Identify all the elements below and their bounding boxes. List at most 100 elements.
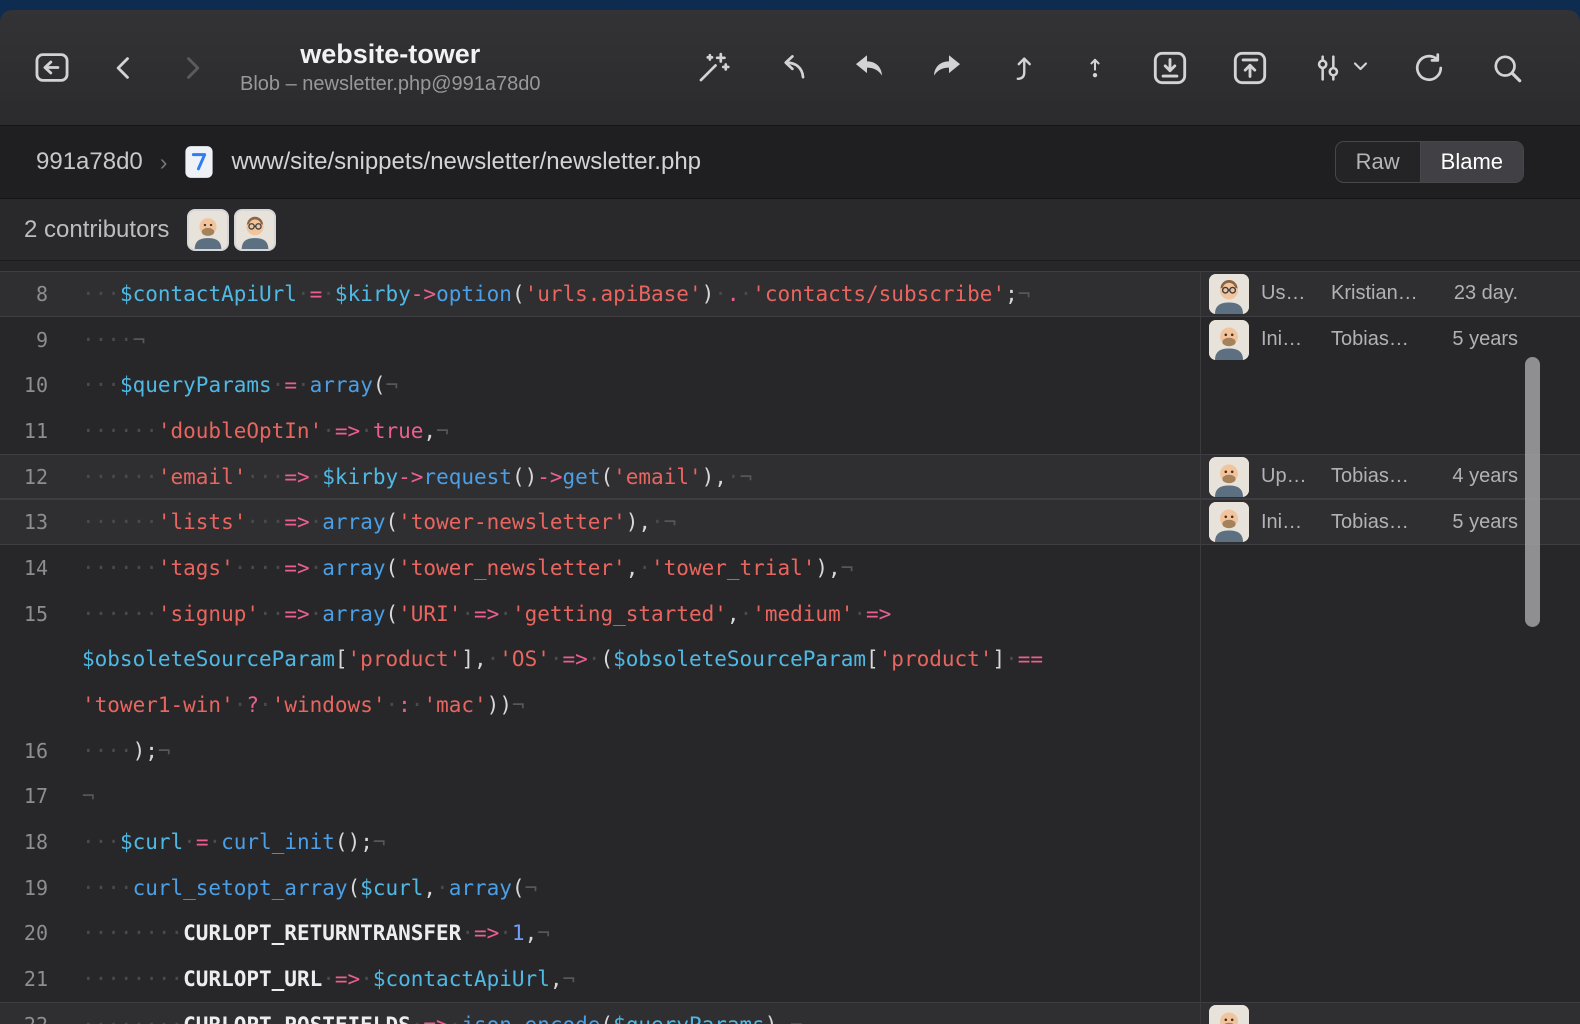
blame-summary: Up… — [1261, 465, 1319, 488]
blame-entry[interactable]: Us…Kristian…23 day. — [1200, 272, 1580, 316]
blame-summary: Us… — [1261, 282, 1319, 305]
code-line: ····curl_setopt_array($curl,·array(¬ — [64, 876, 1200, 900]
blame-date: 4 years — [1452, 465, 1518, 488]
avatar — [1209, 1005, 1249, 1024]
redo-filled-icon[interactable] — [930, 51, 964, 85]
line-number: 15 — [0, 602, 64, 626]
avatar — [1209, 457, 1249, 497]
nav-back-icon[interactable] — [110, 51, 138, 85]
code-rows: 8···$contactApiUrl·=·$kirby->option('url… — [0, 271, 1580, 1024]
line-number: 22 — [0, 1013, 64, 1024]
code-row: 19····curl_setopt_array($curl,·array(¬ — [0, 865, 1580, 911]
code-row: 9····¬ Ini… Tobias… 5 years — [0, 317, 1580, 363]
share-arrow-icon[interactable] — [774, 51, 808, 85]
window-title-block: website-tower Blob – newsletter.php@991a… — [240, 38, 541, 98]
code-row: 8···$contactApiUrl·=·$kirby->option('url… — [0, 271, 1580, 317]
undo-filled-icon[interactable] — [852, 51, 886, 85]
checkout-icon[interactable] — [1008, 51, 1038, 85]
blame-cell — [1200, 591, 1580, 637]
file-icon — [184, 145, 214, 179]
commit-hash[interactable]: 991a78d0 — [36, 148, 143, 176]
code-line: ······'signup'··=>·array('URI'·=>·'getti… — [64, 602, 1200, 626]
code-line: ····);¬ — [64, 739, 1200, 763]
blame-entry[interactable] — [1200, 1003, 1580, 1024]
blame-entry[interactable]: Ini… Tobias… 5 years — [1200, 500, 1580, 544]
blame-author: Tobias… — [1331, 328, 1440, 351]
blame-cell — [1200, 408, 1580, 454]
wand-icon[interactable] — [696, 51, 730, 85]
line-number: 16 — [0, 739, 64, 763]
avatar — [1209, 502, 1249, 542]
stash-apply-icon[interactable] — [1232, 50, 1268, 86]
line-number: 21 — [0, 967, 64, 991]
line-number: 10 — [0, 373, 64, 397]
blame-summary: Ini… — [1261, 511, 1319, 534]
blame-cell — [1200, 637, 1580, 683]
contributor-avatar[interactable] — [234, 209, 276, 251]
line-number: 12 — [0, 465, 64, 489]
line-number: 8 — [0, 282, 64, 306]
code-line: ······'lists'···=>·array('tower-newslett… — [64, 510, 1200, 534]
window-subtitle: Blob – newsletter.php@991a78d0 — [240, 72, 541, 97]
arrow-up-dot-icon[interactable] — [1082, 51, 1108, 85]
blame-cell — [1200, 362, 1580, 408]
code-line: ········CURLOPT_URL·=>·$contactApiUrl,¬ — [64, 967, 1200, 991]
code-line: ¬ — [64, 784, 1200, 808]
file-path: www/site/snippets/newsletter/newsletter.… — [231, 148, 701, 176]
blame-cell — [1200, 819, 1580, 865]
contributors-bar: 2 contributors — [0, 199, 1580, 261]
code-row: $obsoleteSourceParam['product'],·'OS'·=>… — [0, 637, 1580, 683]
blame-cell — [1200, 774, 1580, 820]
blame-button[interactable]: Blame — [1420, 142, 1523, 182]
line-number: 17 — [0, 784, 64, 808]
code-row: 'tower1-win'·?·'windows'·:·'mac'))¬ — [0, 682, 1580, 728]
raw-button[interactable]: Raw — [1336, 142, 1420, 182]
contributor-avatar[interactable] — [187, 209, 229, 251]
panel-back-icon[interactable] — [34, 52, 70, 83]
code-line: ····¬ — [64, 328, 1200, 352]
blame-date: 23 day. — [1454, 282, 1518, 305]
line-number: 20 — [0, 921, 64, 945]
code-row: 16····);¬ — [0, 728, 1580, 774]
code-top-padding — [0, 261, 1580, 271]
blame-date: 5 years — [1452, 328, 1518, 351]
code-row: 20········CURLOPT_RETURNTRANSFER·=>·1,¬ — [0, 911, 1580, 957]
code-row: 22········CURLOPT_POSTFIELDS·=>·json_enc… — [0, 1002, 1580, 1024]
blame-entry[interactable]: Ini… Tobias… 5 years — [1200, 317, 1580, 363]
view-mode-switch: Raw Blame — [1335, 141, 1524, 183]
branches-menu-icon[interactable] — [1312, 52, 1368, 84]
blame-author: Tobias… — [1331, 511, 1440, 534]
blame-summary: Ini… — [1261, 328, 1319, 351]
line-number: 9 — [0, 328, 64, 352]
search-icon[interactable] — [1490, 51, 1524, 85]
line-number: 14 — [0, 556, 64, 580]
line-number: 19 — [0, 876, 64, 900]
refresh-icon[interactable] — [1412, 51, 1446, 85]
blame-date: 5 years — [1452, 511, 1518, 534]
blame-cell — [1200, 728, 1580, 774]
path-bar: 991a78d0 › www/site/snippets/newsletter/… — [0, 126, 1580, 199]
nav-forward-icon[interactable] — [178, 51, 206, 85]
line-number: 11 — [0, 419, 64, 443]
avatar — [1209, 274, 1249, 314]
window-title: website-tower — [300, 38, 480, 72]
stash-save-icon[interactable] — [1152, 50, 1188, 86]
app-window: website-tower Blob – newsletter.php@991a… — [0, 10, 1580, 1024]
code-line: ········CURLOPT_POSTFIELDS·=>·json_encod… — [64, 1013, 1200, 1024]
line-number: 18 — [0, 830, 64, 854]
code-row: 13······'lists'···=>·array('tower-newsle… — [0, 499, 1580, 545]
scrollbar-thumb[interactable] — [1525, 357, 1540, 627]
code-line: ········CURLOPT_RETURNTRANSFER·=>·1,¬ — [64, 921, 1200, 945]
code-line: $obsoleteSourceParam['product'],·'OS'·=>… — [64, 647, 1200, 671]
blame-entry[interactable]: Up…Tobias…4 years — [1200, 455, 1580, 499]
toolbar-right-group — [696, 50, 1524, 86]
blame-cell — [1200, 865, 1580, 911]
code-line: ······'doubleOptIn'·=>·true,¬ — [64, 419, 1200, 443]
code-row: 14······'tags'····=>·array('tower_newsle… — [0, 545, 1580, 591]
code-row: 21········CURLOPT_URL·=>·$contactApiUrl,… — [0, 956, 1580, 1002]
blame-cell — [1200, 545, 1580, 591]
code-line: ······'email'···=>·$kirby->request()->ge… — [64, 465, 1200, 489]
code-row: 17¬ — [0, 774, 1580, 820]
code-row: 11······'doubleOptIn'·=>·true,¬ — [0, 408, 1580, 454]
code-line: ···$queryParams·=·array(¬ — [64, 373, 1200, 397]
